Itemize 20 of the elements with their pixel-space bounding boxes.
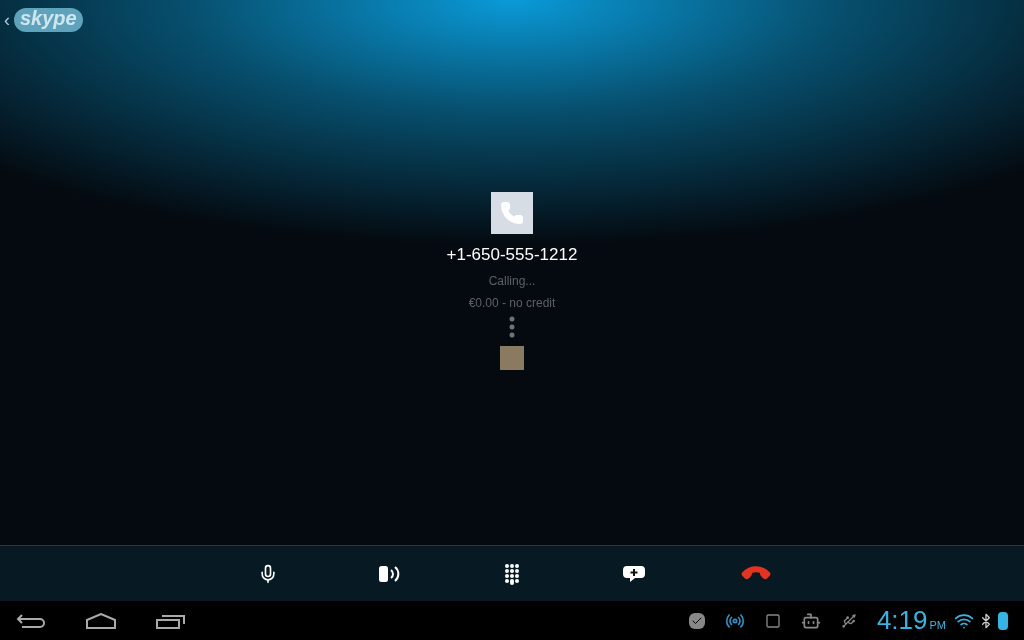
square-icon xyxy=(764,612,781,629)
phone-speaker-icon xyxy=(378,564,402,583)
phone-number: +1-650-555-1212 xyxy=(446,244,578,266)
user-avatar xyxy=(500,345,524,370)
credit-info: €0.00 - no credit xyxy=(468,294,556,312)
check-badge-icon xyxy=(688,612,705,629)
vertical-dots-icon xyxy=(509,315,515,338)
phone-icon xyxy=(500,201,524,225)
usb-icon xyxy=(840,612,857,629)
dialpad-icon xyxy=(504,562,520,585)
chat-add-icon xyxy=(622,563,646,584)
recent-apps-icon[interactable] xyxy=(156,612,186,629)
back-arrow[interactable]: ‹ xyxy=(4,11,10,29)
clock-period: PM xyxy=(929,618,946,634)
clock-time: 4:19 xyxy=(876,607,928,634)
call-status: Calling... xyxy=(488,272,536,290)
microphone-icon xyxy=(258,563,278,584)
back-icon[interactable] xyxy=(16,612,46,629)
battery-icon xyxy=(998,611,1008,630)
home-icon[interactable] xyxy=(86,612,116,629)
